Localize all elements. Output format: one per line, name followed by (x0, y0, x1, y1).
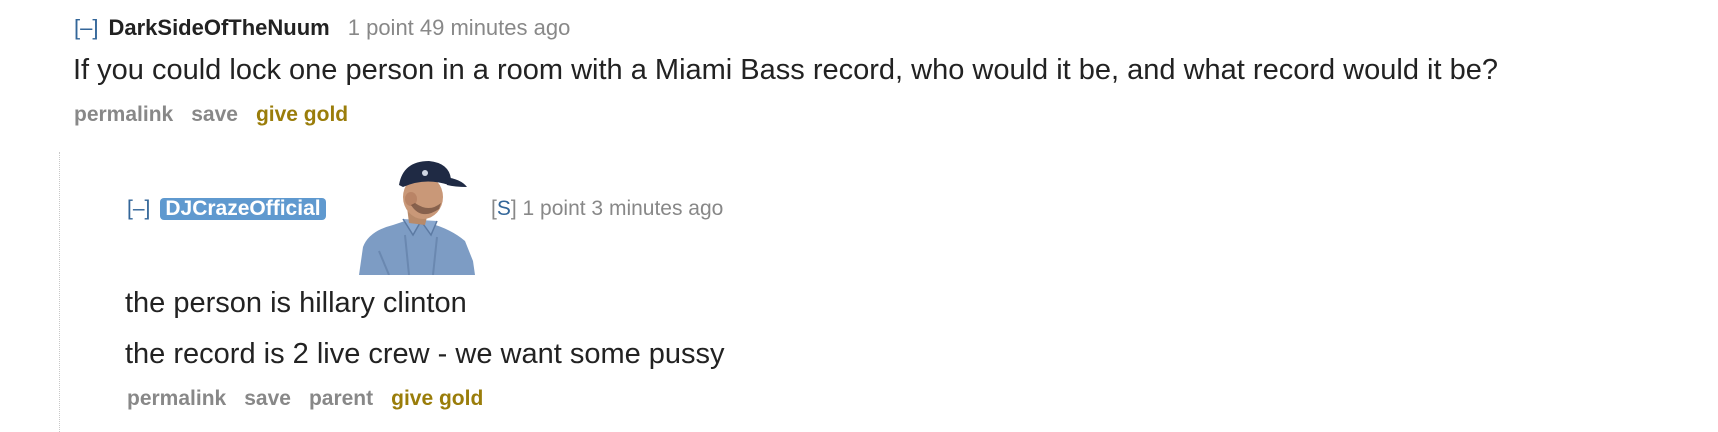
save-button[interactable]: save (191, 103, 238, 126)
reply-meta-line: [S] 1 point 3 minutes ago (491, 195, 723, 223)
reply-parent-button[interactable]: parent (309, 387, 373, 410)
man-in-cap-photo-icon (359, 155, 477, 275)
reply-permalink-button[interactable]: permalink (127, 387, 226, 410)
thread-indent-line[interactable] (59, 152, 60, 432)
reply-collapse-toggle[interactable]: [–] (127, 195, 150, 223)
reply-meta: 1 point 3 minutes ago (522, 197, 724, 220)
reply-save-button[interactable]: save (244, 387, 291, 410)
reply-give-gold-button[interactable]: give gold (391, 387, 483, 410)
comment-author[interactable]: DarkSideOfTheNuum (108, 15, 329, 40)
submitter-badge[interactable]: S (497, 197, 511, 220)
reply-tagline: [–] DJCrazeOfficial (127, 195, 326, 223)
comment-body: If you could lock one person in a room w… (73, 54, 1498, 86)
reply-body-line: the person is hillary clinton (125, 287, 467, 319)
comment-meta: 1 point 49 minutes ago (347, 15, 571, 40)
permalink-button[interactable]: permalink (74, 103, 173, 126)
collapse-toggle[interactable]: [–] (74, 15, 98, 40)
reply-actions: permalink save parent give gold (127, 387, 501, 411)
reply-body-line: the record is 2 live crew - we want some… (125, 338, 725, 370)
reply-author-badge[interactable]: DJCrazeOfficial (160, 198, 326, 220)
submitter-bracket-close: ] (510, 197, 517, 220)
give-gold-button[interactable]: give gold (256, 103, 348, 126)
comment-actions: permalink save give gold (74, 103, 366, 127)
top-comment-tagline: [–] DarkSideOfTheNuum 1 point 49 minutes a… (74, 14, 570, 42)
